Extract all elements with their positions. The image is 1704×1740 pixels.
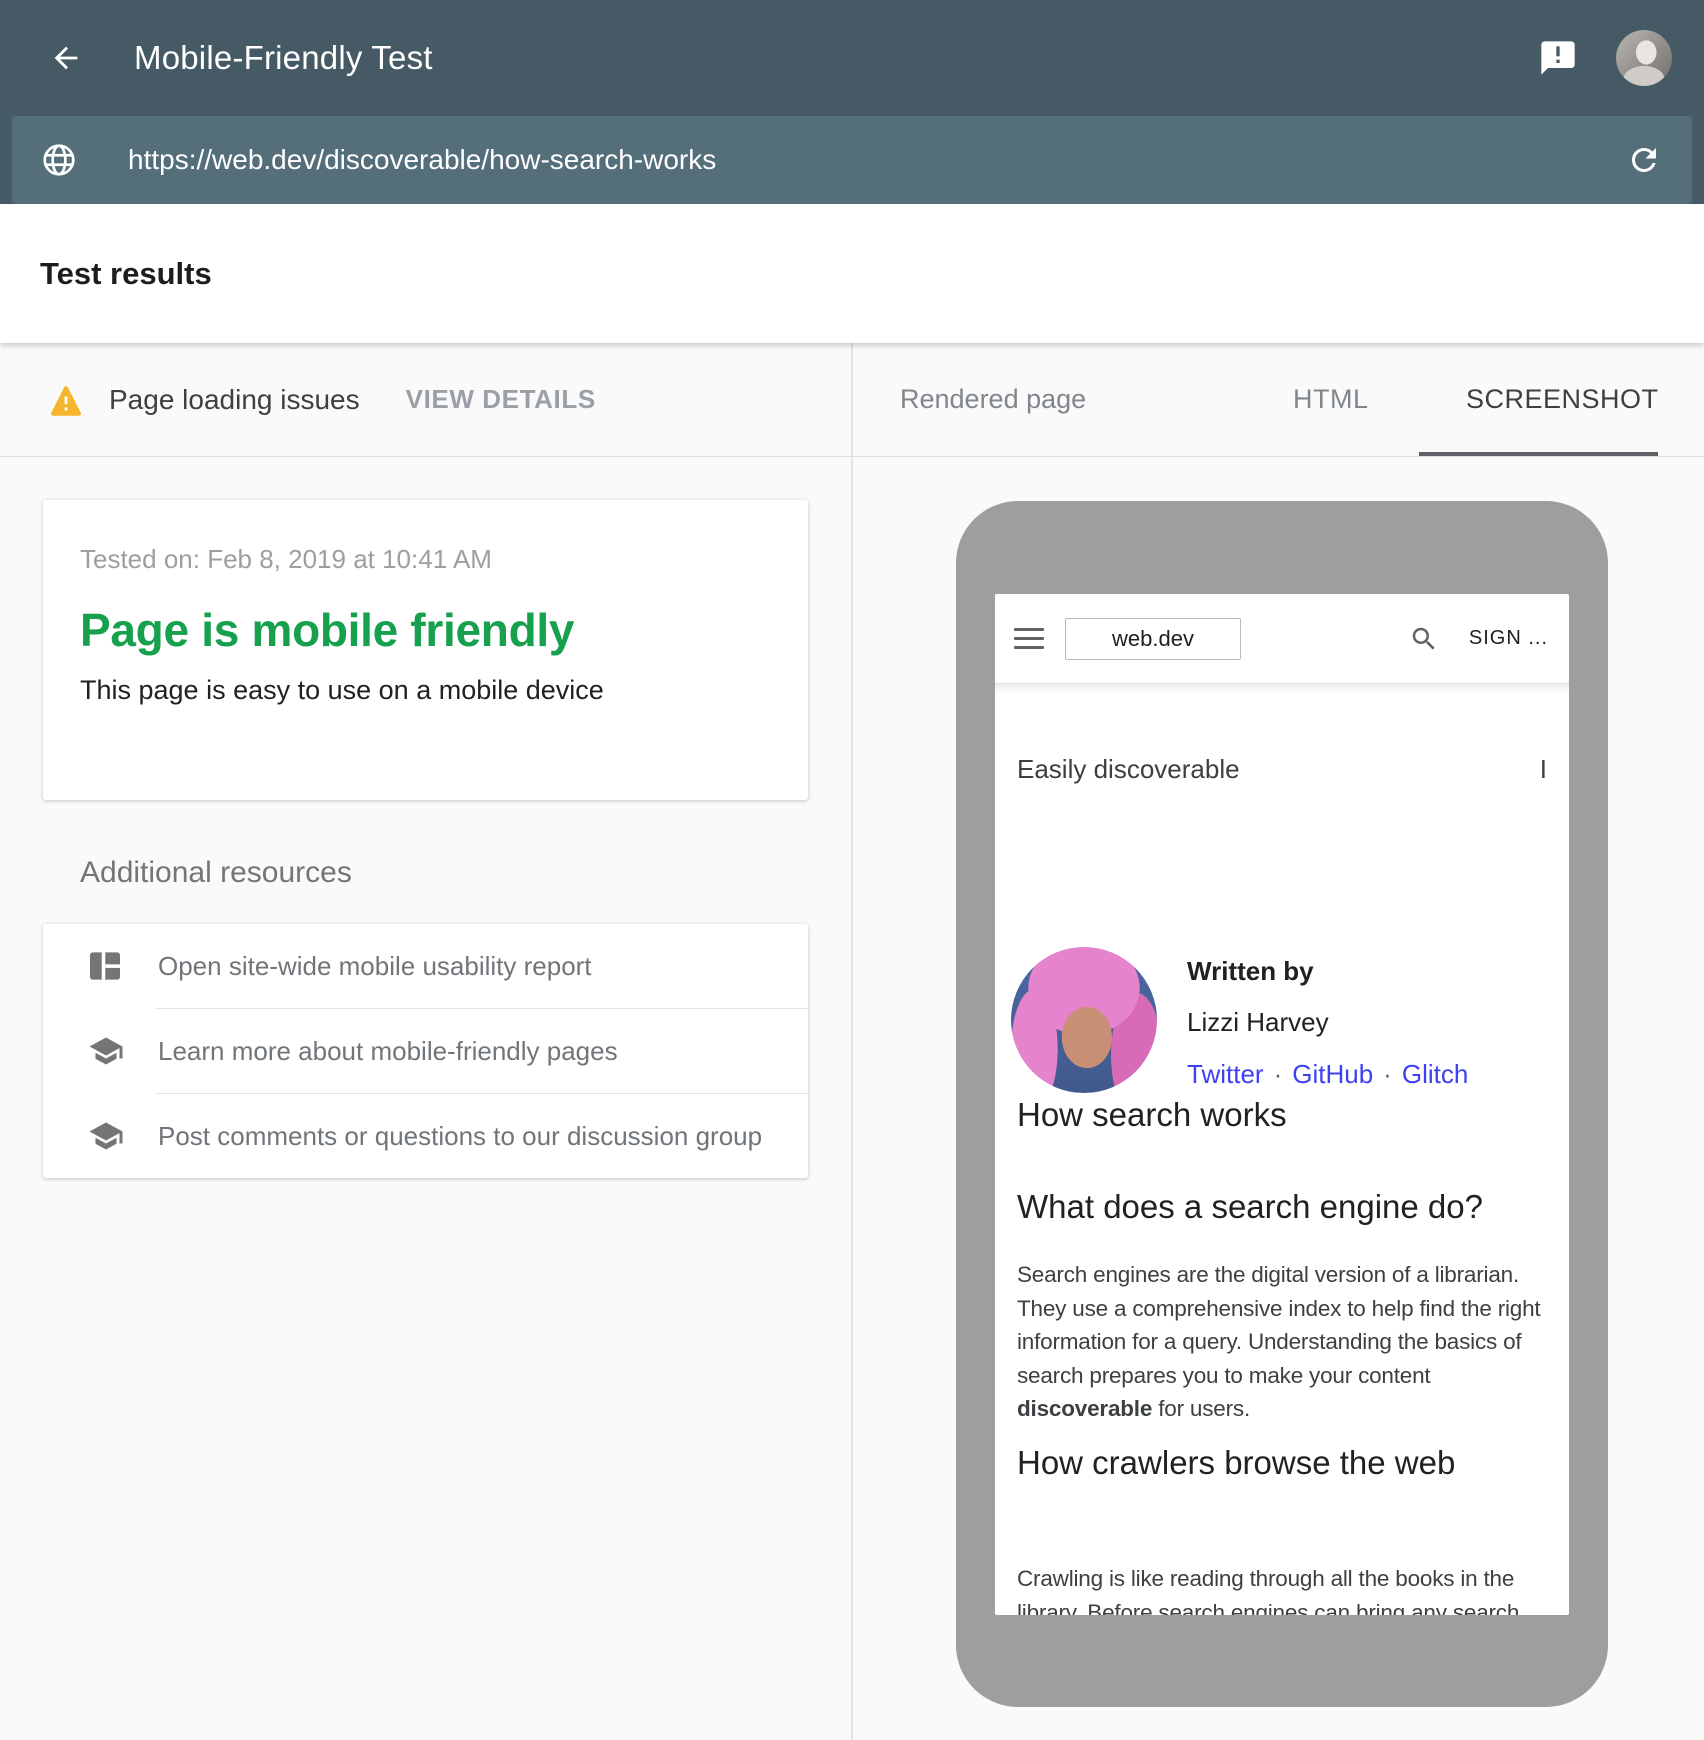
sign-in-label: SIGN ... [1469,627,1548,650]
additional-resources-heading: Additional resources [80,856,851,890]
feedback-icon [1538,38,1578,78]
result-card: Tested on: Feb 8, 2019 at 10:41 AM Page … [43,500,808,800]
school-icon [88,1118,124,1154]
link-twitter: Twitter [1187,1059,1264,1089]
author-links: Twitter·GitHub·Glitch [1187,1059,1468,1090]
resource-label: Open site-wide mobile usability report [158,951,592,982]
site-header: web.dev SIGN ... [995,594,1569,683]
resources-card: Open site-wide mobile usability report L… [43,924,808,1178]
warning-icon [47,382,85,418]
app-bar: Mobile-Friendly Test https://web.dev/dis… [0,0,1704,204]
issues-label: Page loading issues [109,384,360,416]
url-bar[interactable]: https://web.dev/discoverable/how-search-… [12,116,1692,204]
author-avatar [1011,947,1157,1093]
paragraph-line: search prepares you to make your content [1017,1359,1559,1393]
link-github: GitHub [1292,1059,1373,1089]
plain-text: for users. [1152,1396,1250,1421]
tool-row: Page loading issues VIEW DETAILS Rendere… [0,343,1704,457]
article-heading-3: How crawlers browse the web [1017,1444,1455,1482]
menu-icon [1014,628,1044,650]
phone-screen: web.dev SIGN ... Easily discoverable I W… [995,594,1569,1615]
tab-html[interactable]: HTML [1293,343,1369,456]
link-glitch: Glitch [1402,1059,1468,1089]
refresh-button[interactable] [1624,140,1664,180]
active-tab-indicator [1419,452,1658,456]
breadcrumb-label: Easily discoverable [1017,754,1240,785]
breadcrumb: Easily discoverable I [1017,754,1547,785]
written-by-label: Written by [1187,956,1314,987]
breadcrumb-trailing: I [1540,754,1547,785]
view-details-link[interactable]: VIEW DETAILS [406,384,596,415]
resource-item-usability-report[interactable]: Open site-wide mobile usability report [43,924,808,1008]
verdict-text: Page is mobile friendly [80,599,768,661]
tab-screenshot[interactable]: SCREENSHOT [1466,343,1659,456]
link-separator: · [1264,1059,1293,1089]
back-arrow-icon [49,41,83,75]
main-content: Tested on: Feb 8, 2019 at 10:41 AM Page … [0,457,1704,1740]
paragraph-line: Search engines are the digital version o… [1017,1258,1559,1292]
tested-on-text: Tested on: Feb 8, 2019 at 10:41 AM [80,544,768,575]
page-title: Test results [40,256,212,292]
paragraph-line: They use a comprehensive index to help f… [1017,1292,1559,1326]
site-name-box: web.dev [1065,618,1241,660]
user-avatar[interactable] [1616,30,1672,86]
app-title: Mobile-Friendly Test [134,39,433,77]
globe-icon [40,141,78,179]
paragraph-line: discoverable for users. [1017,1392,1559,1426]
article-paragraph-1: Search engines are the digital version o… [1017,1258,1559,1426]
resource-label: Learn more about mobile-friendly pages [158,1036,618,1067]
divider [995,683,1569,693]
results-header: Test results [0,204,1704,343]
paragraph-line: Crawling is like reading through all the… [1017,1562,1559,1596]
article-paragraph-2: Crawling is like reading through all the… [1017,1562,1559,1615]
article-heading-2: What does a search engine do? [1017,1188,1483,1226]
url-text[interactable]: https://web.dev/discoverable/how-search-… [128,144,1624,176]
left-panel: Tested on: Feb 8, 2019 at 10:41 AM Page … [0,457,853,1740]
resource-label: Post comments or questions to our discus… [158,1121,762,1152]
paragraph-line: information for a query. Understanding t… [1017,1325,1559,1359]
search-icon [1409,624,1439,654]
back-button[interactable] [46,38,86,78]
usability-report-icon [88,951,124,981]
author-name: Lizzi Harvey [1187,1007,1329,1038]
link-separator: · [1373,1059,1402,1089]
phone-mockup: web.dev SIGN ... Easily discoverable I W… [956,501,1608,1707]
article-title: How search works [1017,1096,1287,1134]
verdict-description: This page is easy to use on a mobile dev… [80,675,768,706]
refresh-icon [1626,142,1662,178]
feedback-button[interactable] [1536,36,1580,80]
tab-bar: Rendered page HTML SCREENSHOT [853,343,1704,456]
resource-item-learn-more[interactable]: Learn more about mobile-friendly pages [43,1009,808,1093]
tab-rendered-page[interactable]: Rendered page [900,343,1086,456]
resource-item-discussion-group[interactable]: Post comments or questions to our discus… [43,1094,808,1178]
bold-text: discoverable [1017,1396,1152,1421]
school-icon [88,1033,124,1069]
right-panel: web.dev SIGN ... Easily discoverable I W… [853,457,1704,1740]
app-bar-row: Mobile-Friendly Test [0,0,1704,116]
paragraph-line: library. Before search engines can bring… [1017,1596,1559,1616]
issues-row: Page loading issues VIEW DETAILS [0,343,853,456]
